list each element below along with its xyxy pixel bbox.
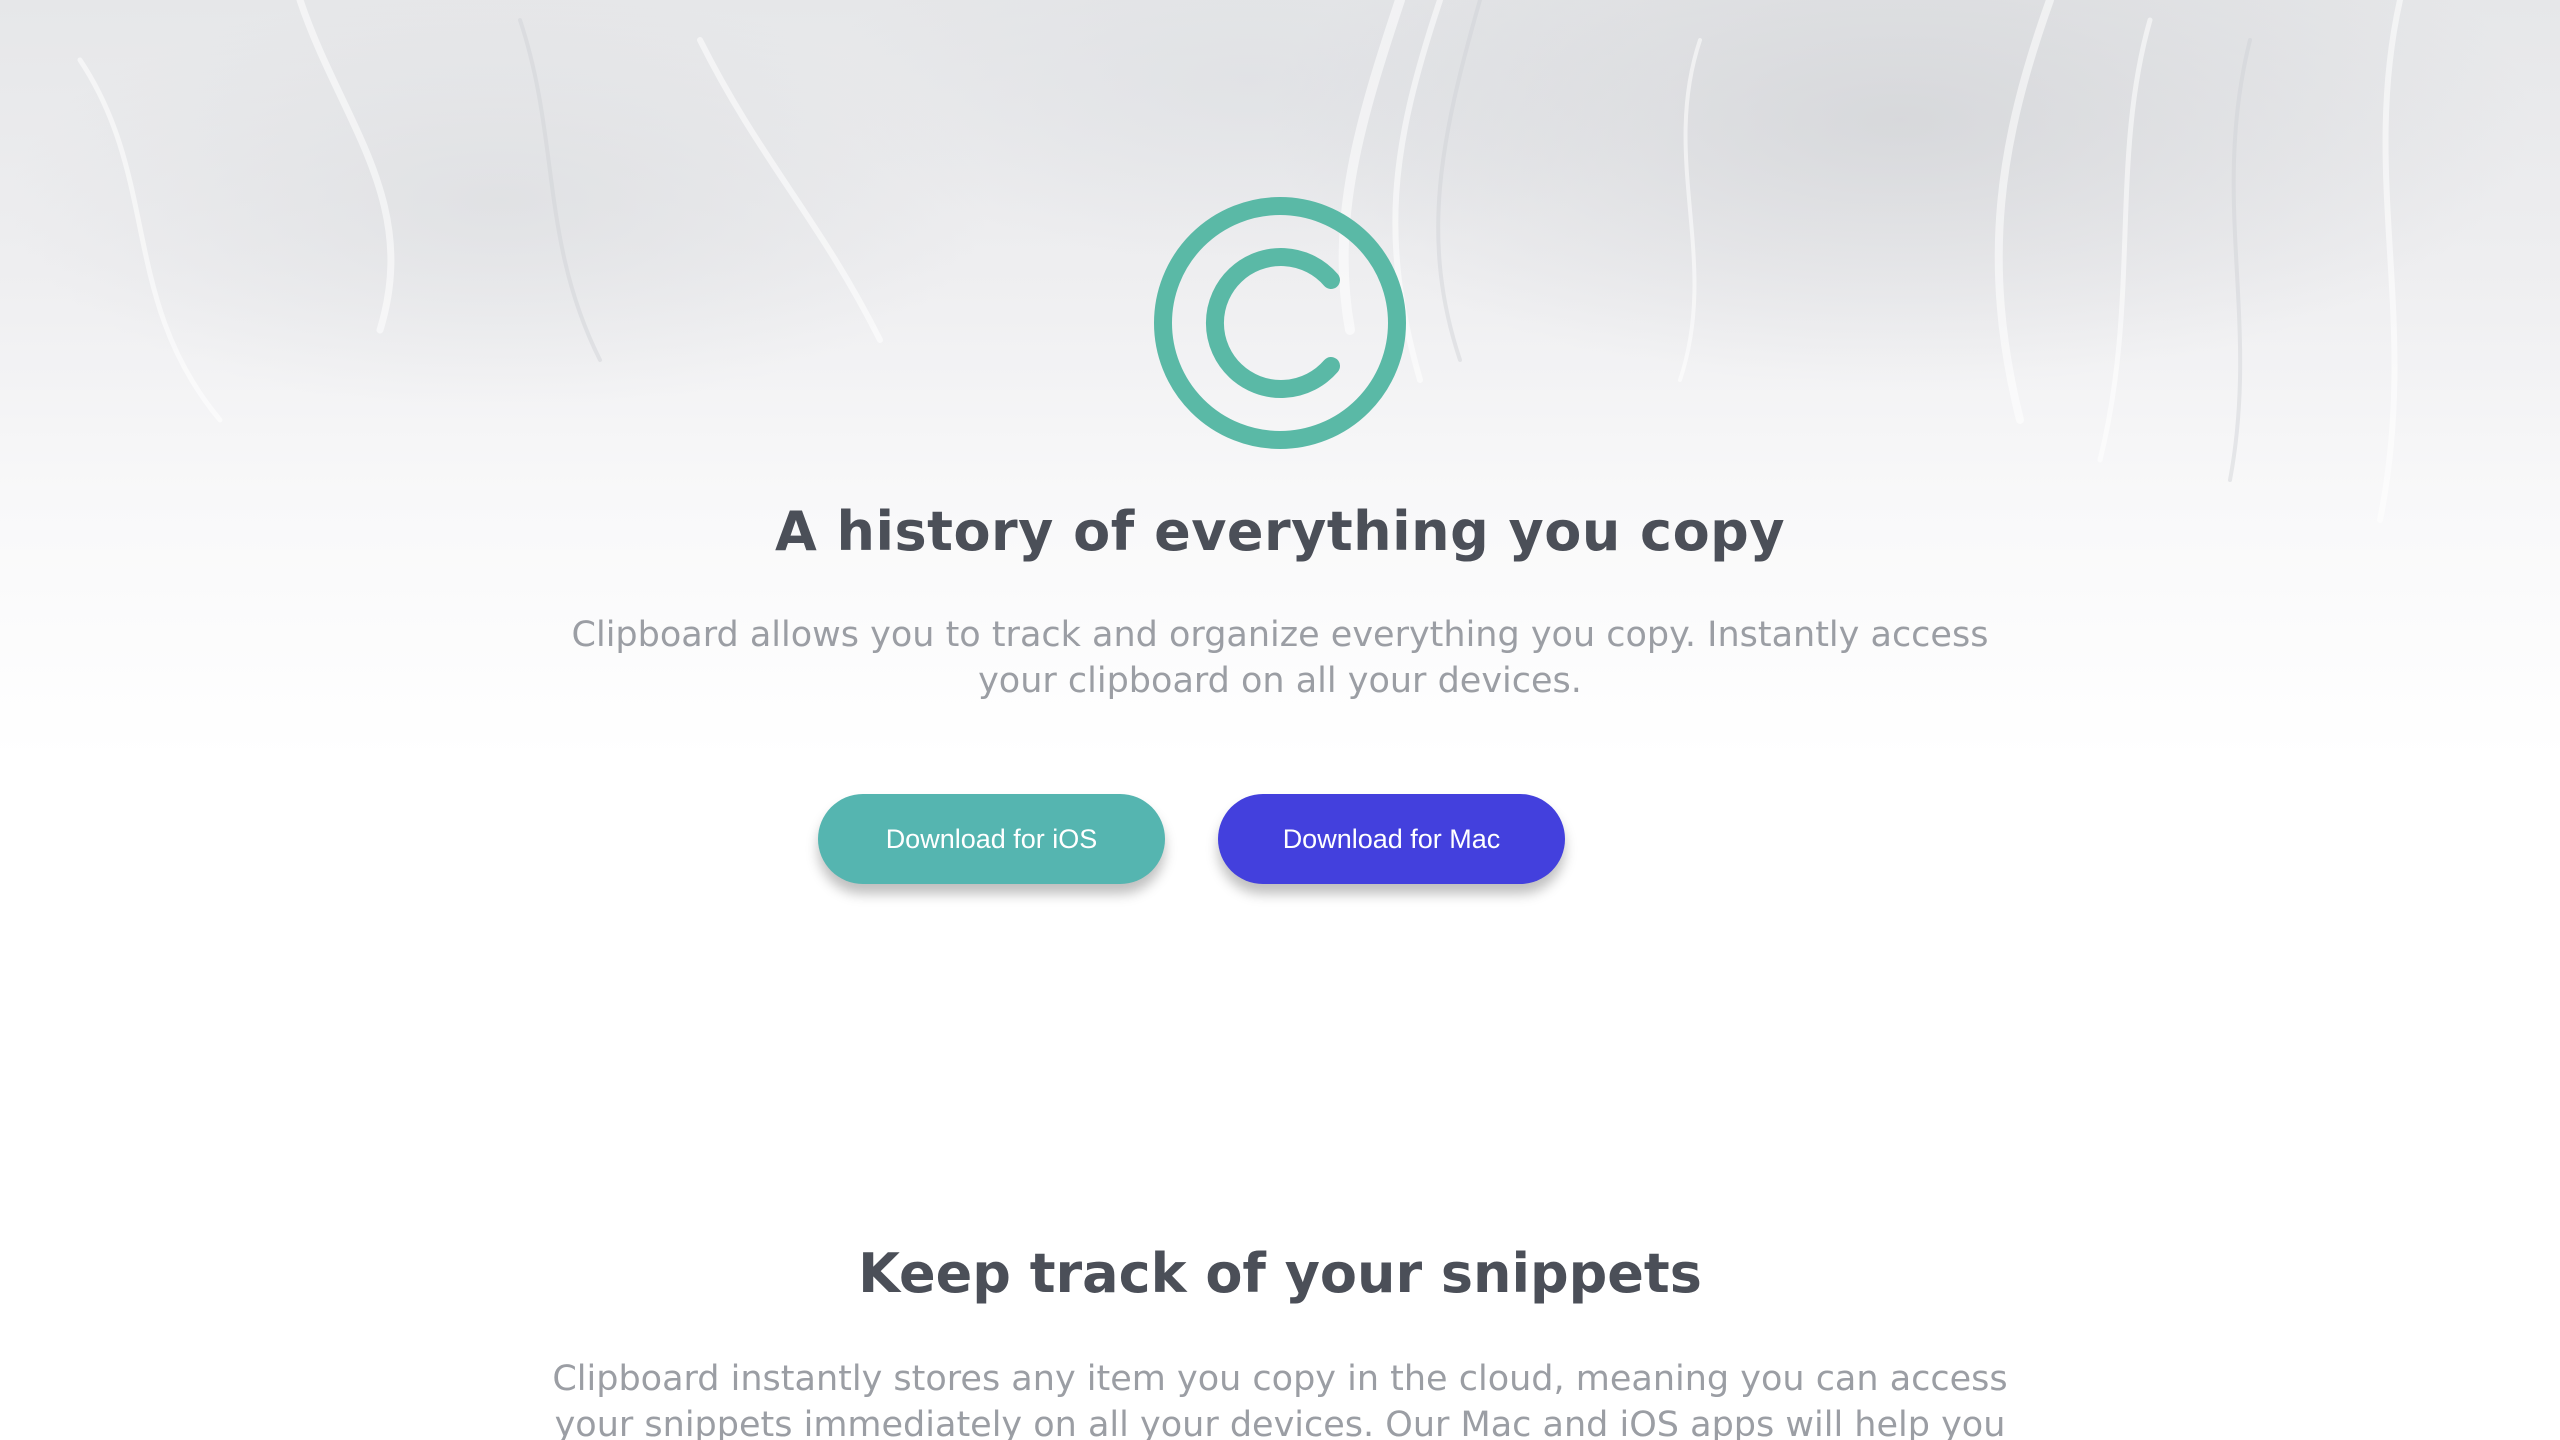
download-ios-button[interactable]: Download for iOS bbox=[818, 794, 1165, 884]
landing-page: A history of everything you copy Clipboa… bbox=[0, 0, 2560, 1440]
clipboard-logo-icon bbox=[1154, 197, 1406, 449]
snippets-section-title: Keep track of your snippets bbox=[858, 1242, 1702, 1305]
download-mac-label: Download for Mac bbox=[1282, 823, 1501, 854]
hero-title: A history of everything you copy bbox=[774, 500, 1786, 563]
download-mac-button[interactable]: Download for Mac bbox=[1218, 794, 1565, 884]
snippets-section-text: Clipboard instantly stores any item you … bbox=[552, 1359, 2008, 1440]
hero-subtitle: Clipboard allows you to track and organi… bbox=[571, 615, 1989, 701]
download-ios-label: Download for iOS bbox=[885, 823, 1098, 854]
